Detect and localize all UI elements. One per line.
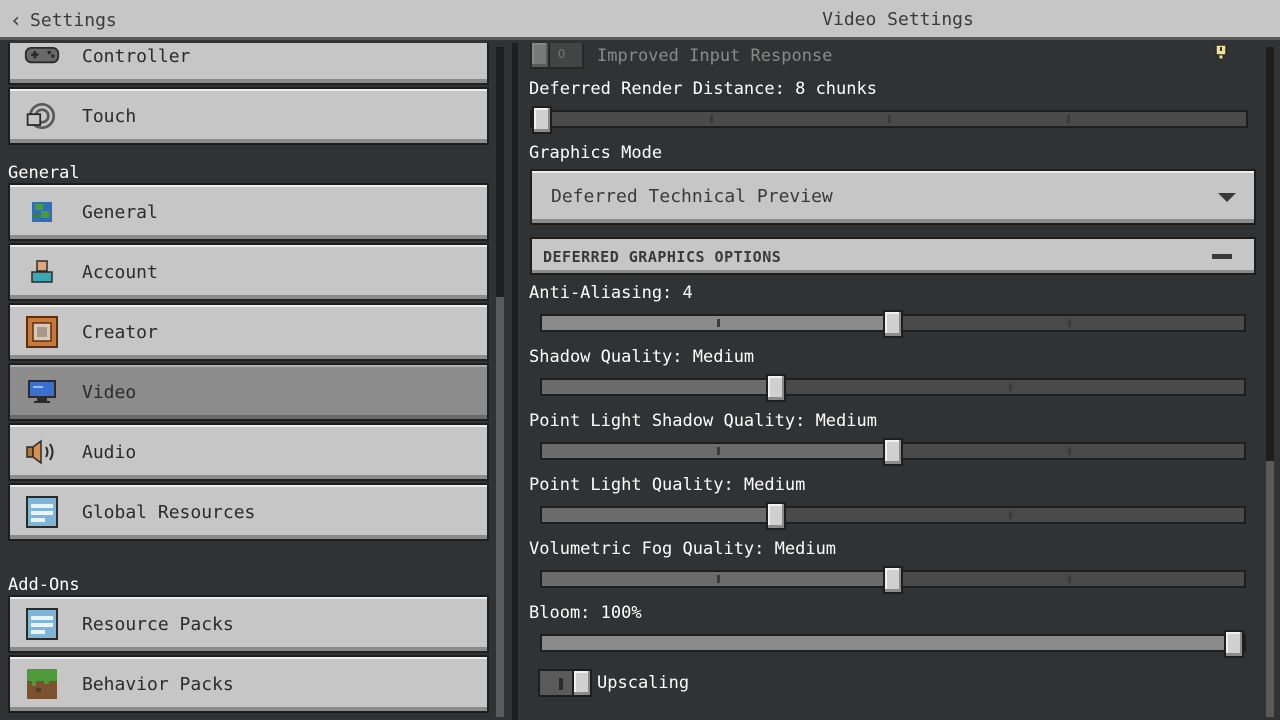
page-title: Video Settings bbox=[822, 9, 974, 30]
settings-scrollbar-thumb[interactable] bbox=[1266, 461, 1274, 717]
slider-tick bbox=[1067, 319, 1071, 327]
sidebar-item-label: Touch bbox=[82, 105, 137, 127]
sidebar-item-general[interactable]: General bbox=[8, 183, 489, 241]
bloom-slider[interactable] bbox=[540, 630, 1246, 658]
slider-fill bbox=[542, 380, 776, 394]
slider-tick bbox=[1009, 511, 1013, 519]
sidebar-item-label: Global Resources bbox=[82, 501, 256, 523]
graphics-mode-label: Graphics Mode bbox=[529, 143, 663, 163]
improved-input-label: Improved Input Response bbox=[597, 46, 833, 66]
chevron-down-icon bbox=[1218, 193, 1236, 202]
account-icon bbox=[24, 254, 60, 290]
shadow-quality-slider[interactable] bbox=[540, 374, 1246, 402]
slider-knob[interactable] bbox=[765, 502, 786, 530]
sidebar-scrollbar-thumb[interactable] bbox=[496, 297, 504, 717]
upscaling-label: Upscaling bbox=[597, 673, 690, 693]
point-light-quality-label: Point Light Quality: Medium bbox=[529, 475, 806, 495]
toggle-knob bbox=[572, 669, 592, 697]
anti-aliasing-label: Anti-Aliasing: 4 bbox=[529, 283, 693, 303]
slider-fill bbox=[542, 636, 1234, 650]
render-distance-label: Deferred Render Distance: 8 chunks bbox=[529, 79, 877, 99]
slider-knob[interactable] bbox=[883, 310, 903, 338]
resource-pack-icon bbox=[24, 606, 60, 642]
sidebar-item-label: Audio bbox=[82, 441, 137, 463]
slider-tick bbox=[709, 115, 713, 123]
top-bar: ‹ Settings Video Settings bbox=[0, 0, 1280, 40]
point-light-quality-slider[interactable] bbox=[540, 502, 1246, 530]
sidebar-item-label: Creator bbox=[82, 321, 158, 343]
sidebar: Controller Touch General General Account… bbox=[0, 43, 512, 720]
controller-icon bbox=[24, 43, 60, 74]
section-header-add-ons: Add-Ons bbox=[8, 575, 80, 595]
monitor-icon bbox=[24, 374, 60, 410]
resources-icon bbox=[24, 494, 60, 530]
sidebar-item-label: Resource Packs bbox=[82, 613, 234, 635]
point-light-shadow-slider[interactable] bbox=[540, 438, 1246, 466]
sidebar-item-label: Controller bbox=[82, 45, 191, 67]
sidebar-item-video[interactable]: Video bbox=[8, 363, 489, 421]
point-light-shadow-label: Point Light Shadow Quality: Medium bbox=[529, 411, 877, 431]
sidebar-item-label: Account bbox=[82, 261, 158, 283]
back-label: Settings bbox=[30, 9, 117, 31]
slider-knob[interactable] bbox=[765, 374, 786, 402]
touch-icon bbox=[24, 98, 60, 134]
graphics-mode-dropdown[interactable]: Deferred Technical Preview bbox=[530, 169, 1256, 225]
slider-tick bbox=[1067, 575, 1071, 583]
slider-tick bbox=[716, 319, 720, 327]
slider-tick bbox=[1066, 115, 1070, 123]
section-title: DEFERRED GRAPHICS OPTIONS bbox=[543, 248, 782, 266]
sidebar-item-global-resources[interactable]: Global Resources bbox=[8, 483, 489, 541]
sidebar-item-resource-packs[interactable]: Resource Packs bbox=[8, 595, 489, 653]
sidebar-item-touch[interactable]: Touch bbox=[8, 87, 489, 145]
sidebar-item-creator[interactable]: Creator bbox=[8, 303, 489, 361]
sidebar-item-controller[interactable]: Controller bbox=[8, 43, 489, 85]
sidebar-item-account[interactable]: Account bbox=[8, 243, 489, 301]
settings-panel: O Improved Input Response Deferred Rende… bbox=[518, 43, 1280, 720]
section-header-general: General bbox=[8, 163, 80, 183]
toggle-knob bbox=[530, 43, 550, 69]
slider-tick bbox=[716, 447, 720, 455]
slider-knob[interactable] bbox=[883, 438, 903, 466]
slider-tick bbox=[716, 575, 720, 583]
behavior-pack-icon bbox=[24, 666, 60, 702]
bloom-label: Bloom: 100% bbox=[529, 603, 642, 623]
chevron-left-icon: ‹ bbox=[10, 8, 23, 32]
deferred-graphics-section-header[interactable]: DEFERRED GRAPHICS OPTIONS bbox=[530, 237, 1256, 275]
volumetric-fog-slider[interactable] bbox=[540, 566, 1246, 594]
speaker-icon bbox=[24, 434, 60, 470]
improved-input-toggle[interactable]: O bbox=[530, 43, 584, 69]
sidebar-item-audio[interactable]: Audio bbox=[8, 423, 489, 481]
sidebar-item-label: General bbox=[82, 201, 158, 223]
volumetric-fog-label: Volumetric Fog Quality: Medium bbox=[529, 539, 837, 559]
slider-knob[interactable] bbox=[532, 106, 552, 134]
back-button[interactable]: ‹ Settings bbox=[10, 8, 117, 32]
toggle-on-mark bbox=[559, 678, 563, 690]
slider-knob[interactable] bbox=[1224, 630, 1244, 658]
slider-tick bbox=[888, 115, 891, 123]
collapse-icon[interactable] bbox=[1212, 254, 1232, 259]
sidebar-item-label: Behavior Packs bbox=[82, 673, 234, 695]
slider-tick bbox=[1067, 447, 1071, 455]
sidebar-item-behavior-packs[interactable]: Behavior Packs bbox=[8, 655, 489, 713]
slider-fill bbox=[542, 508, 776, 522]
shadow-quality-label: Shadow Quality: Medium bbox=[529, 347, 755, 367]
slider-tick bbox=[1009, 383, 1013, 391]
render-distance-slider[interactable] bbox=[530, 106, 1248, 134]
sidebar-item-label: Video bbox=[82, 381, 137, 403]
graphics-mode-value: Deferred Technical Preview bbox=[551, 186, 833, 207]
toggle-off-mark: O bbox=[558, 47, 566, 61]
slider-knob[interactable] bbox=[883, 566, 903, 594]
creator-icon bbox=[24, 314, 60, 350]
anti-aliasing-slider[interactable] bbox=[540, 310, 1246, 338]
info-icon[interactable] bbox=[1214, 45, 1228, 61]
globe-icon bbox=[24, 194, 60, 230]
upscaling-toggle[interactable] bbox=[538, 669, 592, 697]
